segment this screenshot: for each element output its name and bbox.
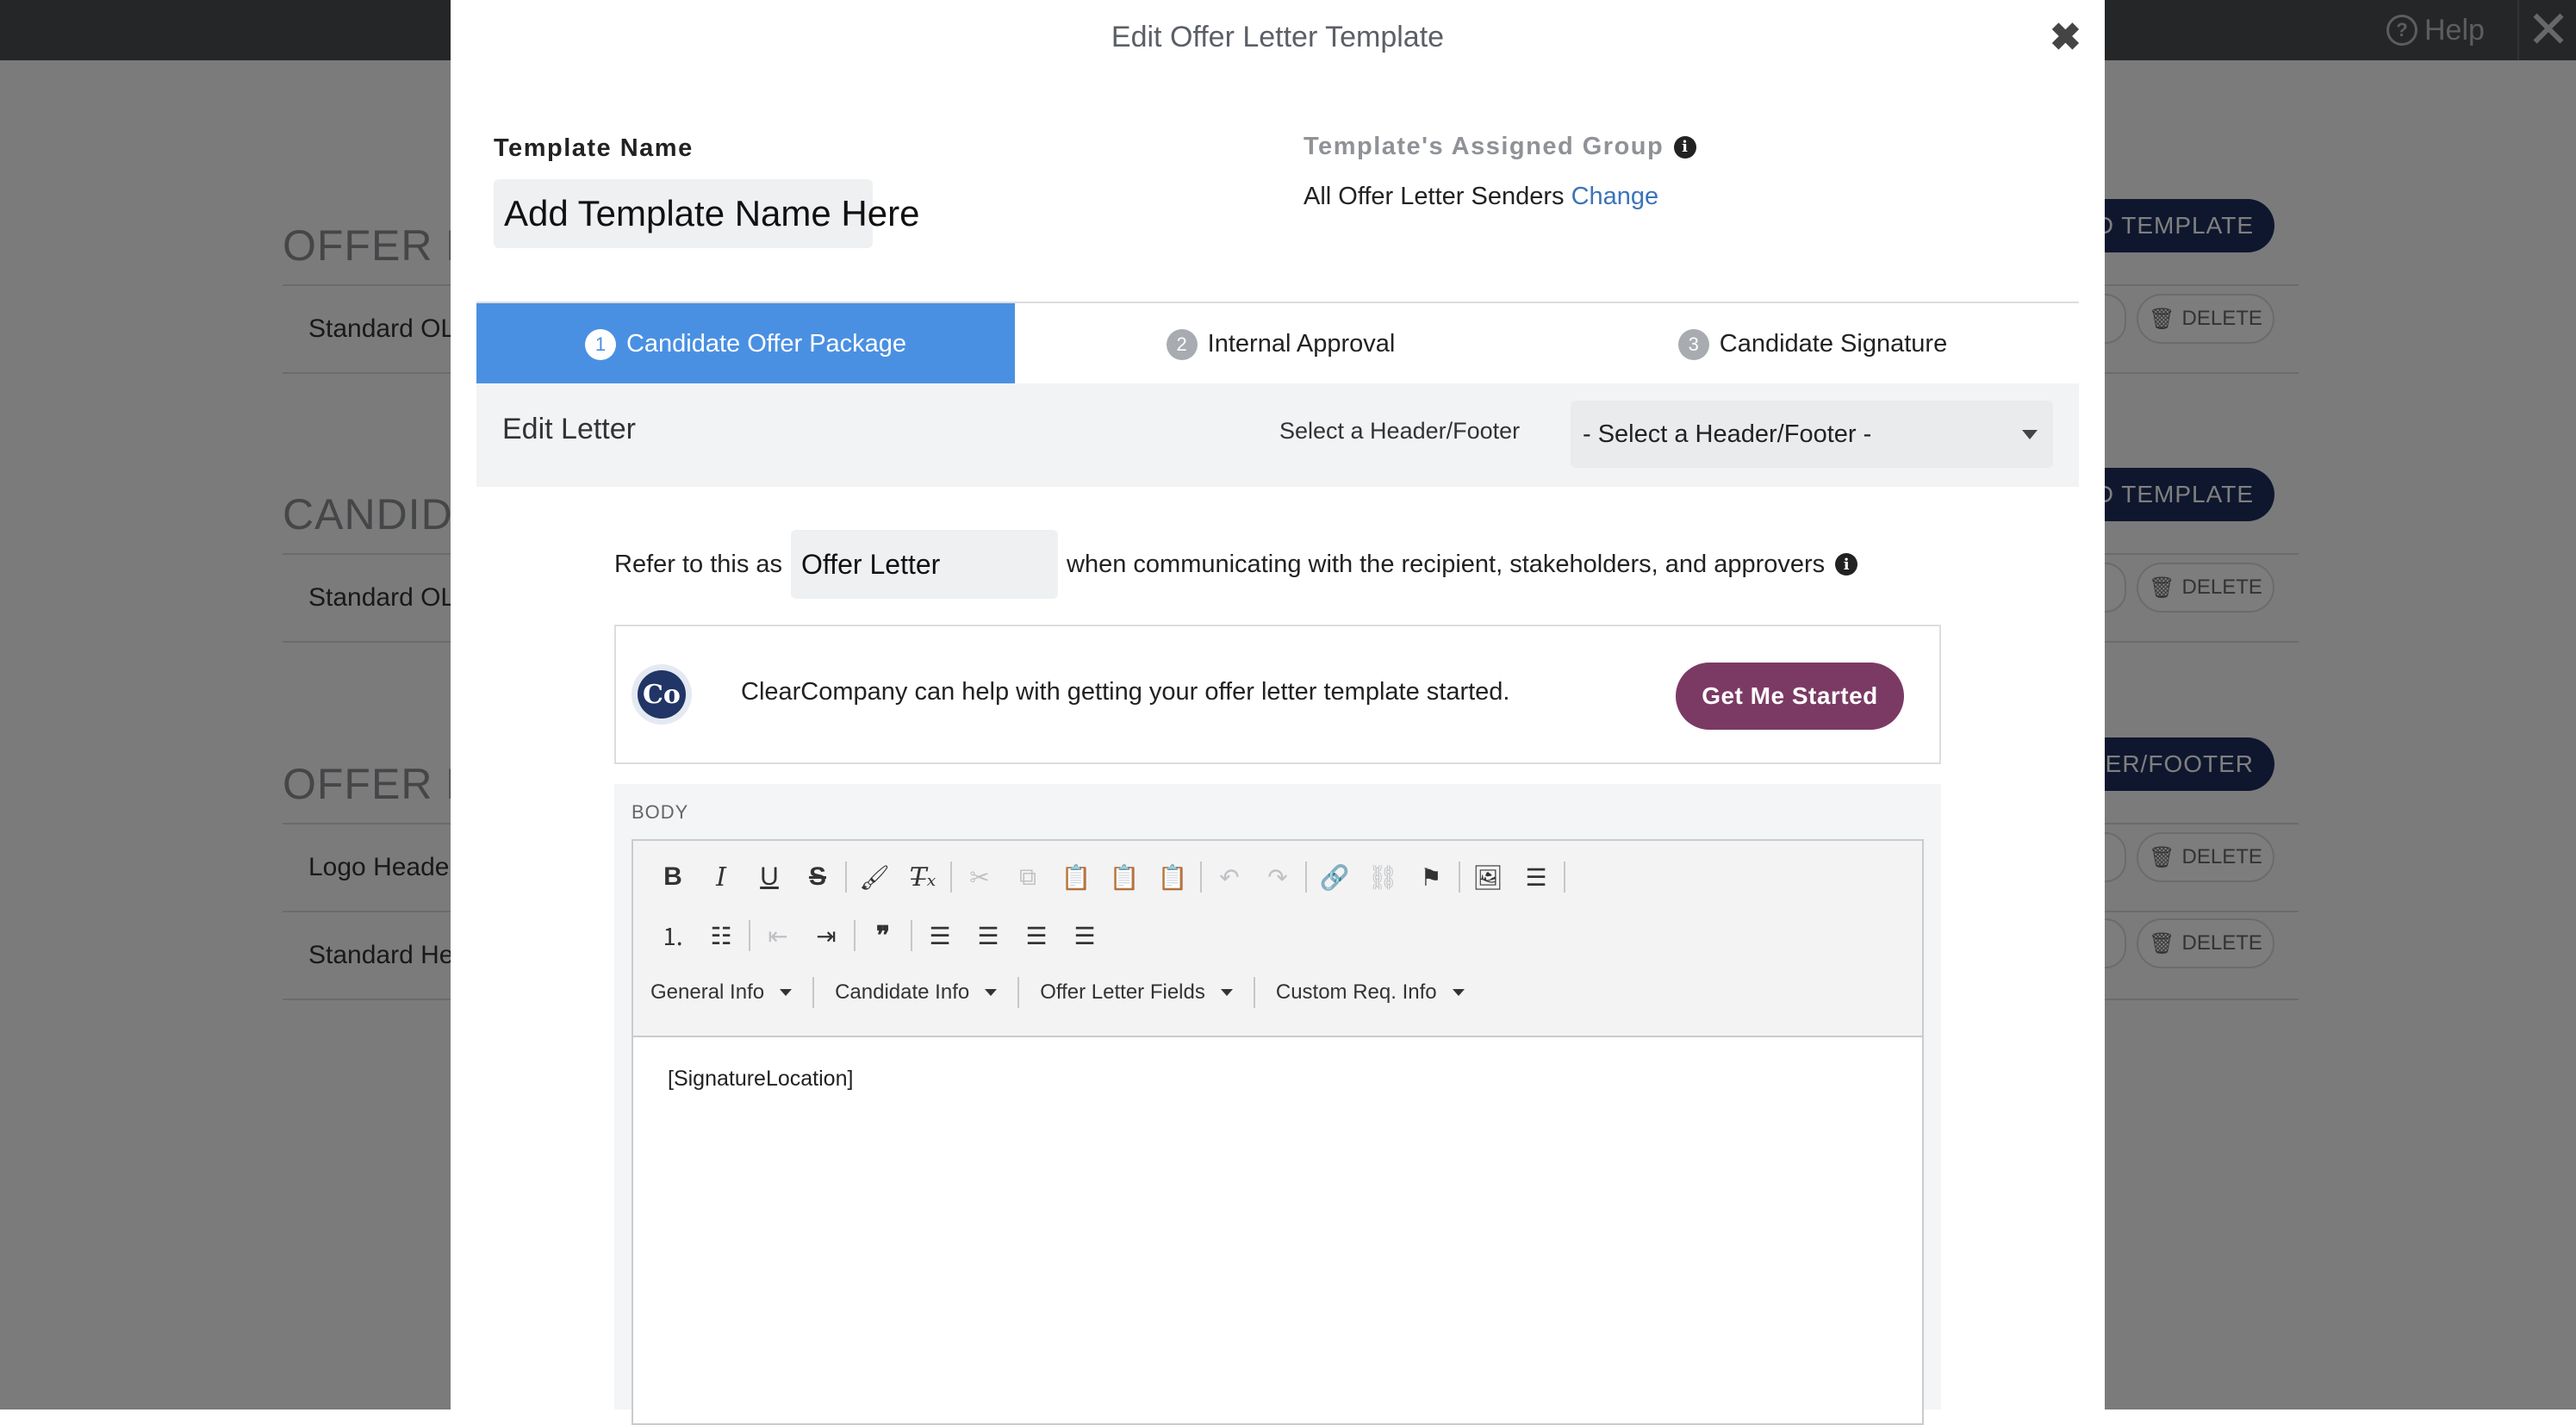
rich-text-editor: B I U S 🖌 T̶ₓ ✂ ⧉ 📋 📋 📋 ↶ ↷ 🔗 ⛓ ⚑ 🖼 ☰ ⒈ …	[632, 839, 1924, 1425]
get-me-started-button[interactable]: Get Me Started	[1676, 663, 1904, 730]
toolbar-separator	[1564, 862, 1565, 893]
clearcompany-logo: Co	[632, 664, 692, 725]
refer-prefix: Refer to this as	[614, 550, 783, 578]
toolbar-separator	[911, 920, 912, 951]
get-started-banner: Co ClearCompany can help with getting yo…	[614, 625, 1941, 764]
tab-candidate-signature[interactable]: 3 Candidate Signature	[1546, 303, 2079, 385]
toolbar-row-3: General Info Candidate Info Offer Letter…	[633, 968, 1482, 1017]
toolbar-row-1: B I U S 🖌 T̶ₓ ✂ ⧉ 📋 📋 📋 ↶ ↷ 🔗 ⛓ ⚑ 🖼 ☰	[649, 853, 1569, 901]
chevron-down-icon	[985, 989, 998, 996]
toolbar-row-2: ⒈ ☷ ⇤ ⇥ ❞ ☰ ☰ ☰ ☰	[649, 912, 1109, 960]
copy-format-icon[interactable]: 🖌	[850, 853, 899, 901]
step-number: 3	[1677, 328, 1709, 360]
cut-icon[interactable]: ✂	[955, 853, 1004, 901]
logo-mark: Co	[638, 670, 686, 719]
step-tabs: 1 Candidate Offer Package 2 Internal App…	[476, 302, 2079, 387]
tab-label: Candidate Offer Package	[625, 330, 907, 358]
close-icon[interactable]: ✖	[2050, 16, 2081, 59]
menu-label: Offer Letter Fields	[1040, 980, 1205, 1004]
align-right-icon[interactable]: ☰	[1012, 912, 1061, 960]
paste-word-icon[interactable]: 📋	[1148, 853, 1197, 901]
paste-text-icon[interactable]: 📋	[1100, 853, 1148, 901]
remove-format-icon[interactable]: T̶ₓ	[899, 853, 947, 901]
tab-label: Candidate Signature	[1719, 330, 1948, 358]
chevron-down-icon	[1452, 989, 1465, 996]
toolbar-separator	[854, 920, 856, 951]
editor-content[interactable]: [SignatureLocation]	[668, 1067, 853, 1092]
indent-icon[interactable]: ⇥	[802, 912, 850, 960]
bold-button[interactable]: B	[649, 853, 697, 901]
editor-toolbar: B I U S 🖌 T̶ₓ ✂ ⧉ 📋 📋 📋 ↶ ↷ 🔗 ⛓ ⚑ 🖼 ☰ ⒈ …	[633, 841, 1922, 1037]
toolbar-separator	[1017, 977, 1020, 1008]
bulleted-list-icon[interactable]: ☷	[697, 912, 745, 960]
template-name-label: Template Name	[494, 134, 694, 162]
align-justify-icon[interactable]: ☰	[1061, 912, 1109, 960]
strikethrough-button[interactable]: S	[793, 853, 842, 901]
tab-label: Internal Approval	[1207, 330, 1396, 358]
header-footer-label: Select a Header/Footer	[1279, 418, 1521, 444]
header-footer-select[interactable]: - Select a Header/Footer -	[1571, 401, 2053, 468]
step-number: 2	[1166, 328, 1198, 360]
assigned-group-value: All Offer Letter Senders Change	[1304, 183, 1658, 211]
blockquote-icon[interactable]: ❞	[859, 912, 907, 960]
anchor-flag-icon[interactable]: ⚑	[1407, 853, 1455, 901]
refer-row: Refer to this as Offer Letter when commu…	[614, 529, 1858, 600]
edit-letter-bar: Edit Letter Select a Header/Footer - Sel…	[476, 383, 2079, 487]
template-name-input[interactable]: Add Template Name Here	[494, 179, 919, 248]
numbered-list-icon[interactable]: ⒈	[649, 912, 697, 960]
undo-icon[interactable]: ↶	[1205, 853, 1254, 901]
toolbar-separator	[1305, 862, 1307, 893]
header-footer-selected: - Select a Header/Footer -	[1583, 420, 1872, 448]
copy-icon[interactable]: ⧉	[1004, 853, 1052, 901]
body-label: BODY	[632, 801, 689, 823]
toolbar-separator	[950, 862, 952, 893]
chevron-down-icon	[780, 989, 793, 996]
body-editor-section: BODY B I U S 🖌 T̶ₓ ✂ ⧉ 📋 📋 📋 ↶ ↷ 🔗 ⛓ ⚑ 🖼…	[614, 784, 1941, 1425]
chevron-down-icon	[1220, 989, 1233, 996]
redo-icon[interactable]: ↷	[1254, 853, 1302, 901]
step-number: 1	[584, 328, 616, 360]
toolbar-separator	[812, 977, 815, 1008]
modal-title: Edit Offer Letter Template	[1111, 21, 1445, 53]
tab-internal-approval[interactable]: 2 Internal Approval	[1015, 303, 1546, 385]
outdent-icon[interactable]: ⇤	[754, 912, 802, 960]
unlink-icon[interactable]: ⛓	[1359, 853, 1407, 901]
general-info-menu[interactable]: General Info	[633, 968, 809, 1017]
candidate-info-menu[interactable]: Candidate Info	[818, 968, 1014, 1017]
chevron-down-icon	[2022, 430, 2038, 439]
toolbar-separator	[749, 920, 750, 951]
offer-letter-fields-menu[interactable]: Offer Letter Fields	[1023, 968, 1250, 1017]
edit-offer-letter-modal: Edit Offer Letter Template ✖ Template Na…	[451, 0, 2105, 1425]
image-icon[interactable]: 🖼	[1464, 853, 1512, 901]
menu-label: Custom Req. Info	[1275, 980, 1437, 1004]
underline-button[interactable]: U	[745, 853, 793, 901]
document-alias-input[interactable]: Offer Letter	[791, 530, 1059, 599]
toolbar-separator	[1253, 977, 1255, 1008]
italic-button[interactable]: I	[697, 853, 745, 901]
edit-letter-title: Edit Letter	[502, 413, 636, 445]
banner-text: ClearCompany can help with getting your …	[741, 678, 1510, 706]
info-icon[interactable]: i	[1835, 553, 1858, 576]
refer-suffix: when communicating with the recipient, s…	[1067, 550, 1826, 578]
align-left-icon[interactable]: ☰	[916, 912, 964, 960]
assigned-group-label: Template's Assigned Group i	[1304, 133, 1697, 161]
menu-label: Candidate Info	[835, 980, 970, 1004]
align-center-icon[interactable]: ☰	[964, 912, 1012, 960]
toolbar-separator	[845, 862, 847, 893]
assigned-group-text: All Offer Letter Senders	[1304, 183, 1565, 210]
tab-candidate-offer-package[interactable]: 1 Candidate Offer Package	[476, 303, 1015, 385]
info-icon[interactable]: i	[1674, 135, 1697, 159]
change-group-link[interactable]: Change	[1571, 183, 1659, 210]
assigned-group-label-text: Template's Assigned Group	[1304, 133, 1664, 160]
menu-label: General Info	[650, 980, 765, 1004]
toolbar-separator	[1459, 862, 1460, 893]
toolbar-separator	[1200, 862, 1202, 893]
custom-req-info-menu[interactable]: Custom Req. Info	[1259, 968, 1482, 1017]
paste-icon[interactable]: 📋	[1052, 853, 1100, 901]
horizontal-line-icon[interactable]: ☰	[1512, 853, 1560, 901]
link-icon[interactable]: 🔗	[1310, 853, 1359, 901]
